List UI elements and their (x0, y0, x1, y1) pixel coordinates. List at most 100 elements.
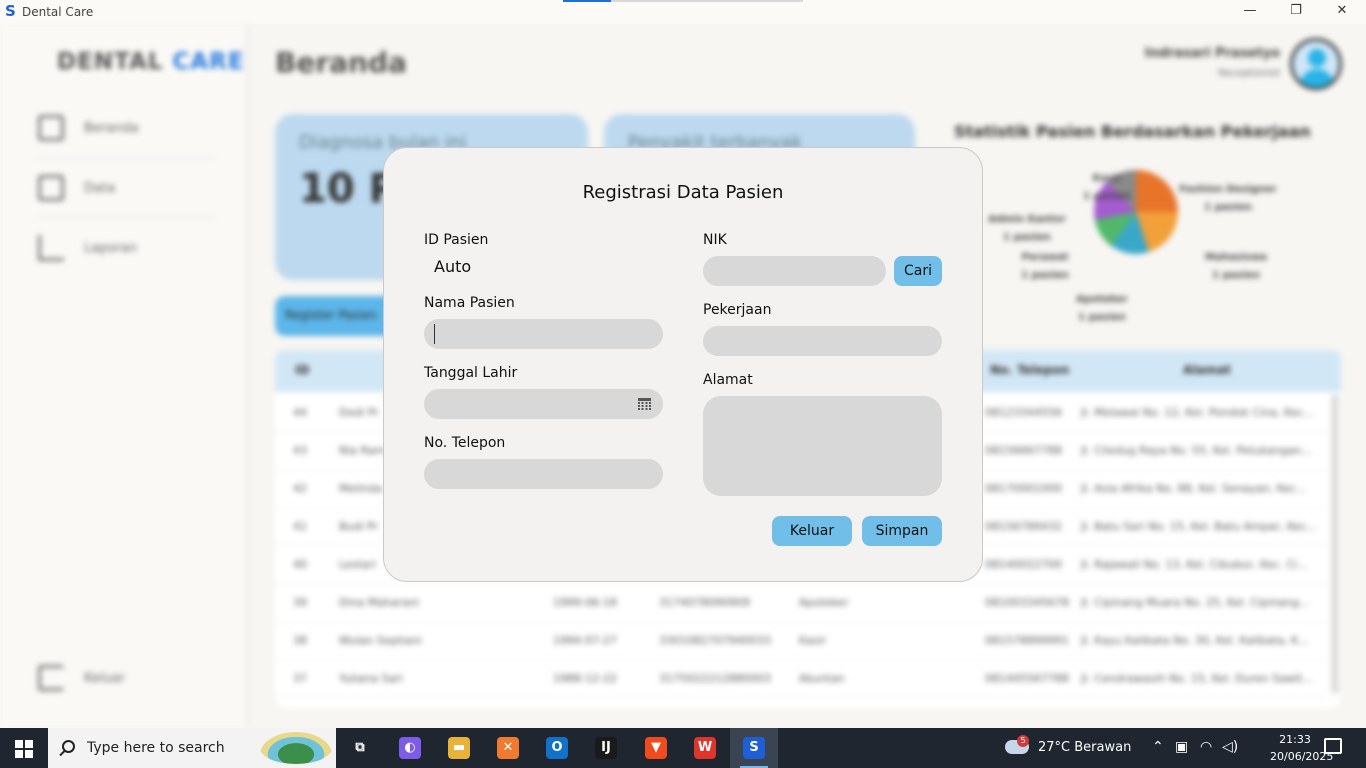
table-cell: 08156789432 (985, 520, 1062, 533)
stat-title: Statistik Pasien Berdasarkan Pekerjaan (954, 122, 1311, 141)
table-scrollbar[interactable] (1331, 394, 1339, 694)
wps-icon[interactable]: W (681, 728, 729, 768)
table-cell: 08156667788 (985, 444, 1062, 457)
taskbar-search[interactable]: Type here to search (48, 728, 336, 768)
notification-icon[interactable] (1324, 738, 1342, 754)
calendar-icon[interactable] (638, 398, 651, 411)
intellij-icon[interactable]: IJ (582, 728, 630, 768)
avatar[interactable] (1290, 38, 1342, 90)
search-highlight-image (260, 732, 332, 764)
column-header: ID (295, 363, 310, 377)
table-cell: 3301082707940033 (659, 634, 771, 647)
nik-label: NIK (703, 232, 727, 248)
copilot-icon[interactable]: ◐ (386, 728, 434, 768)
window-titlebar: S Dental Care — ❐ ✕ (0, 0, 1366, 24)
pie-label: Kasir 1 pasien (1083, 173, 1131, 202)
table-cell: Jl. Melawai No. 12, Kel. Pondok Cina, Ke… (1081, 406, 1314, 419)
nama-pasien-label: Nama Pasien (424, 295, 515, 311)
table-cell: Wulan Septiani (339, 634, 422, 647)
app-glyph: ✕ (497, 737, 519, 759)
brand-logo: DENTAL CARE (57, 49, 245, 75)
column-header: Alamat (1183, 363, 1231, 377)
outlook-icon[interactable]: O (533, 728, 581, 768)
table-cell: 08170001000 (985, 482, 1062, 495)
user-role: Receptionist (1218, 68, 1280, 79)
app-glyph: S (743, 737, 765, 759)
clock-date: 20/06/2025 (1270, 750, 1334, 763)
sidebar-item-beranda[interactable]: Beranda (38, 113, 139, 143)
app-logo-icon: S (5, 2, 16, 20)
table-cell: 1988-12-22 (553, 672, 617, 685)
dialog-title: Registrasi Data Pasien (582, 182, 784, 203)
xampp-icon[interactable]: ✕ (484, 728, 532, 768)
wifi-icon[interactable]: ◠ (1200, 739, 1212, 755)
dashboard-icon (38, 115, 64, 141)
app-glyph: IJ (595, 737, 617, 759)
simpan-button[interactable]: Simpan (862, 516, 942, 546)
chevron-up-icon[interactable]: ⌃ (1152, 739, 1164, 755)
column-header: No. Telepon (990, 363, 1070, 377)
meet-now-icon[interactable]: ▣ (1175, 739, 1188, 755)
dental-care-app-icon[interactable]: S (730, 728, 778, 768)
table-cell: 44 (293, 406, 307, 419)
sidebar-logout[interactable]: Keluar (38, 663, 125, 693)
table-cell: Jl. Cendrawasih No. 15, Kel. Duren Sawit… (1081, 672, 1313, 685)
task-view-icon[interactable]: ⧉ (336, 728, 384, 768)
table-row[interactable]: 38 Wulan Septiani 1994-07-27 33010827079400… (275, 622, 1327, 660)
pie-label: Apoteker 1 pasien (1076, 294, 1128, 323)
table-cell: 081003345678 (985, 596, 1069, 609)
start-button[interactable] (0, 728, 48, 768)
table-row[interactable]: 39 Dina Maharani 1999-06-18 3174078090909 Ap… (275, 584, 1327, 622)
app-glyph: ◐ (399, 737, 421, 759)
system-clock[interactable]: 21:33 20/06/2025 (1270, 731, 1334, 765)
table-cell: 08140022700 (985, 558, 1062, 571)
alamat-textarea[interactable] (703, 396, 942, 496)
cari-button[interactable]: Cari (894, 256, 942, 286)
chart-icon (38, 235, 64, 261)
file-explorer-icon[interactable]: ▬ (435, 728, 483, 768)
tanggal-lahir-input[interactable] (424, 389, 663, 419)
pie-label: Admin Kantor 1 pasien (988, 214, 1066, 243)
nik-input[interactable] (703, 256, 886, 286)
sidebar-item-data[interactable]: Data (38, 173, 115, 203)
weather-badge: 5 (1017, 735, 1029, 747)
table-cell: Jl. Batu Sari No. 15, Kel. Batu Ampar, K… (1081, 520, 1317, 533)
logout-label: Keluar (84, 670, 126, 686)
table-cell: 43 (293, 444, 307, 457)
table-cell: Jl. Rajawali No. 13, Kel. Cibubur, Kec. … (1081, 558, 1308, 571)
maximize-button[interactable]: ❐ (1273, 0, 1319, 24)
app-glyph: ⧉ (349, 737, 371, 759)
table-cell: 3175022212880003 (659, 672, 771, 685)
table-cell: Dina Maharani (339, 596, 419, 609)
table-cell: 081445567788 (985, 672, 1069, 685)
keluar-button[interactable]: Keluar (772, 516, 852, 546)
app-glyph: ▼ (645, 737, 667, 759)
table-cell: Jl. Cipinang Muara No. 25, Kel. Cipinang… (1081, 596, 1310, 609)
table-row[interactable]: 37 Yuliana Sari 1988-12-22 3175022212880003… (275, 660, 1327, 698)
titlebar-progress-strip (563, 0, 803, 2)
clock-time: 21:33 (1279, 733, 1311, 746)
table-cell: 42 (293, 482, 307, 495)
table-cell: Yuliana Sari (339, 672, 403, 685)
pie-label: Fashion Designer 1 pasien (1179, 184, 1277, 213)
volume-icon[interactable]: ◁) (1222, 739, 1238, 755)
sidebar-item-label: Beranda (84, 120, 139, 136)
brand-word-dental: DENTAL (57, 49, 164, 75)
minimize-button[interactable]: — (1227, 0, 1273, 24)
table-cell: Jl. Asia Afrika No. 88, Kel. Senayan, Ke… (1081, 482, 1307, 495)
tanggal-lahir-label: Tanggal Lahir (424, 365, 518, 381)
logout-icon (38, 665, 64, 691)
table-cell: Apoteker (799, 596, 849, 609)
table-cell: 081578899991 (985, 634, 1069, 647)
id-pasien-value: Auto (434, 257, 472, 276)
no-telepon-input[interactable] (424, 459, 663, 489)
pekerjaan-input[interactable] (703, 326, 942, 356)
nama-pasien-input[interactable] (424, 319, 663, 349)
sidebar-item-laporan[interactable]: Laporan (38, 233, 137, 263)
close-window-button[interactable]: ✕ (1319, 0, 1365, 24)
app-glyph: ▬ (448, 737, 470, 759)
table-cell: 1999-06-18 (553, 596, 617, 609)
brave-icon[interactable]: ▼ (632, 728, 680, 768)
pie-label: Mahasiswa 1 pasien (1205, 252, 1267, 281)
taskbar: Type here to search ⧉ ◐ ▬ ✕ O IJ ▼ W S 5 27°C Be… (0, 728, 1366, 768)
